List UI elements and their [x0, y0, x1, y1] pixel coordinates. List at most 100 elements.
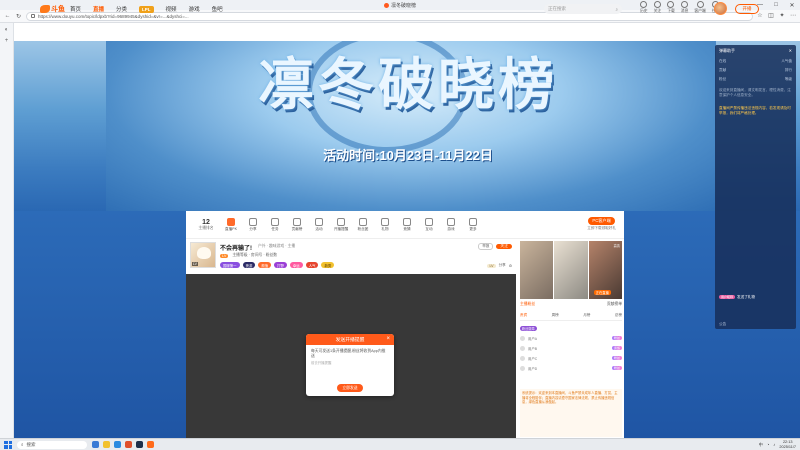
settings-icon[interactable]: ⚙ — [509, 264, 512, 268]
nav-category[interactable]: 分类 — [116, 5, 127, 13]
taskview-icon[interactable] — [92, 441, 99, 448]
tool-game[interactable]: 游戏 — [440, 217, 462, 232]
thumbnail[interactable] — [554, 241, 588, 299]
tool-fans[interactable]: 粉丝团 — [352, 217, 374, 232]
list-item[interactable]: 用户C 粉丝 — [520, 353, 622, 363]
chat-user[interactable]: 用户昵称 — [719, 295, 736, 299]
taskbar-search[interactable]: ⌕ 搜索 — [17, 440, 87, 449]
list-item[interactable]: 用户B 贵族 — [520, 343, 622, 353]
tag-item[interactable]: 颜值 — [258, 262, 272, 268]
share-icon — [249, 217, 257, 226]
subtab-vip[interactable]: 贵宾 — [520, 313, 527, 318]
pc-client-promo[interactable]: PC客户端 立即下载领取好礼 — [587, 217, 616, 231]
open-live-label: 开播 — [742, 6, 752, 11]
follow-button[interactable]: 关注 — [496, 244, 512, 249]
user-avatar[interactable] — [714, 2, 727, 15]
close-icon[interactable]: × — [386, 336, 390, 342]
nav-live[interactable]: 直播 — [93, 5, 104, 13]
maximize-button[interactable]: □ — [768, 0, 784, 10]
follow-tool[interactable]: 关注 — [654, 1, 661, 14]
streamer-rank[interactable]: 12 主播排名 — [192, 219, 220, 231]
tab-fans[interactable]: 主播粉丝 — [520, 302, 535, 307]
modal-note[interactable]: 前去开播提醒 — [311, 361, 389, 366]
tool-reminder[interactable]: 开播提醒 — [330, 217, 352, 232]
tool-contribution[interactable]: 贡献榜 — [286, 217, 308, 232]
close-window-button[interactable]: ✕ — [784, 0, 800, 10]
list-item[interactable]: 粉丝徽章 — [520, 323, 622, 333]
pc-client-button[interactable]: PC客户端 — [588, 217, 615, 225]
menu-icon[interactable]: ⋯ — [790, 13, 796, 19]
ime-indicator[interactable]: 中 — [759, 442, 763, 448]
tag-item[interactable]: 人气 — [305, 262, 319, 268]
open-live-button[interactable]: 开播 — [735, 4, 759, 14]
tool-label: 粉丝团 — [357, 226, 369, 231]
subtab-week[interactable]: 周榜 — [552, 313, 559, 318]
tool-task[interactable]: 任务 — [264, 217, 286, 232]
subtab-total[interactable]: 总榜 — [615, 313, 622, 318]
site-search-input[interactable]: 正在搜索 ⌕ — [544, 4, 622, 14]
tool-activity[interactable]: 活动 — [308, 217, 330, 232]
tag-item[interactable]: 打野 — [274, 262, 287, 268]
nav-game[interactable]: 游戏 — [189, 5, 200, 13]
tool-more[interactable]: 更多 — [462, 217, 484, 232]
history-tool[interactable]: 历史 — [640, 1, 648, 14]
nav-lpl[interactable]: LPL — [139, 5, 154, 13]
streamer-info: LV 不会再输了! 户外 · 趣味游戏 · 主播 LV 主播等级 · 房间号 ·… — [186, 239, 516, 274]
windows-start-icon[interactable] — [4, 440, 12, 449]
douyu-logo[interactable]: 斗鱼 — [40, 3, 65, 15]
nav-home[interactable]: 首页 — [70, 5, 81, 13]
list-item[interactable]: 用户A 粉丝 — [520, 333, 622, 343]
file-explorer-icon[interactable] — [103, 441, 110, 448]
wifi-icon[interactable]: ◔ — [767, 442, 770, 447]
edge-icon[interactable] — [114, 441, 121, 448]
modal-header: 发送开播提醒 × — [306, 334, 394, 345]
star-icon[interactable]: ☆ — [757, 13, 763, 19]
streamer-avatar[interactable]: LV — [190, 242, 216, 268]
fan-name: 用户D — [528, 366, 538, 371]
fan-badge: 粉丝 — [611, 336, 622, 340]
report-button[interactable]: 举报 — [478, 243, 494, 250]
fan-name: 用户B — [528, 346, 538, 351]
subtab-month[interactable]: 月榜 — [583, 313, 590, 318]
share-button[interactable]: 分享 — [499, 263, 506, 268]
task-icon — [271, 217, 279, 226]
favorites-icon[interactable]: ✦ — [779, 13, 785, 19]
nav-video[interactable]: 视频 — [166, 5, 177, 13]
tool-interact[interactable]: 互动 — [418, 217, 440, 232]
message-tool[interactable]: 消息 — [681, 1, 688, 14]
tag-item[interactable]: 国服第一 — [220, 262, 240, 268]
refresh-icon[interactable]: ↻ — [15, 13, 22, 20]
download-tool[interactable]: 下载 — [667, 1, 675, 14]
back-icon[interactable]: ← — [4, 13, 11, 20]
list-item[interactable]: 用户D 粉丝 — [520, 363, 622, 373]
extensions-icon[interactable]: ◫ — [768, 13, 774, 19]
clock[interactable]: 22:13 2025/11/7 — [779, 440, 796, 449]
room-category[interactable]: 户外 · 趣味游戏 · 主播 — [258, 244, 295, 249]
browser-tab[interactable]: 凛冬破晓榜 — [383, 2, 416, 9]
douyu-app-icon[interactable] — [147, 441, 154, 448]
search-icon[interactable]: ⌕ — [615, 7, 618, 12]
tool-gift[interactable]: 礼物 — [374, 217, 396, 232]
stat-value: 人气值 — [781, 59, 792, 63]
thumbnail[interactable]: 高清 正在直播 — [588, 241, 622, 299]
tag-item[interactable]: 幸运 — [289, 262, 303, 268]
main-nav: 首页 直播 分类 LPL 视频 游戏 鱼吧 — [70, 0, 223, 18]
tab-contribution[interactable]: 贡献榜单 — [607, 302, 622, 307]
panel-close-icon[interactable]: ✕ — [789, 48, 792, 54]
stat-label: 在线 — [719, 59, 727, 63]
steam-icon[interactable] — [136, 441, 143, 448]
tool-guess[interactable]: 竞猜 — [396, 217, 418, 232]
client-tool[interactable]: 客户端 — [694, 1, 706, 14]
nav-yuba[interactable]: 鱼吧 — [212, 5, 223, 13]
tool-share[interactable]: 分享 — [242, 217, 264, 232]
tag-item[interactable]: 夜游 — [242, 262, 256, 268]
thumbnail[interactable] — [520, 241, 554, 299]
tool-pk[interactable]: 直播PK — [220, 217, 242, 232]
volume-icon[interactable]: ♪ — [773, 442, 775, 447]
sidebar-toggle-icon[interactable]: ◐ — [3, 27, 10, 34]
tag-item[interactable]: 新秀 — [321, 262, 335, 268]
send-now-button[interactable]: 立即发送 — [337, 384, 363, 392]
panel-chat: 用户昵称 发送了礼物 公告 — [715, 291, 796, 329]
sidebar-add-icon[interactable]: + — [3, 38, 10, 45]
app-icon[interactable] — [125, 441, 132, 448]
